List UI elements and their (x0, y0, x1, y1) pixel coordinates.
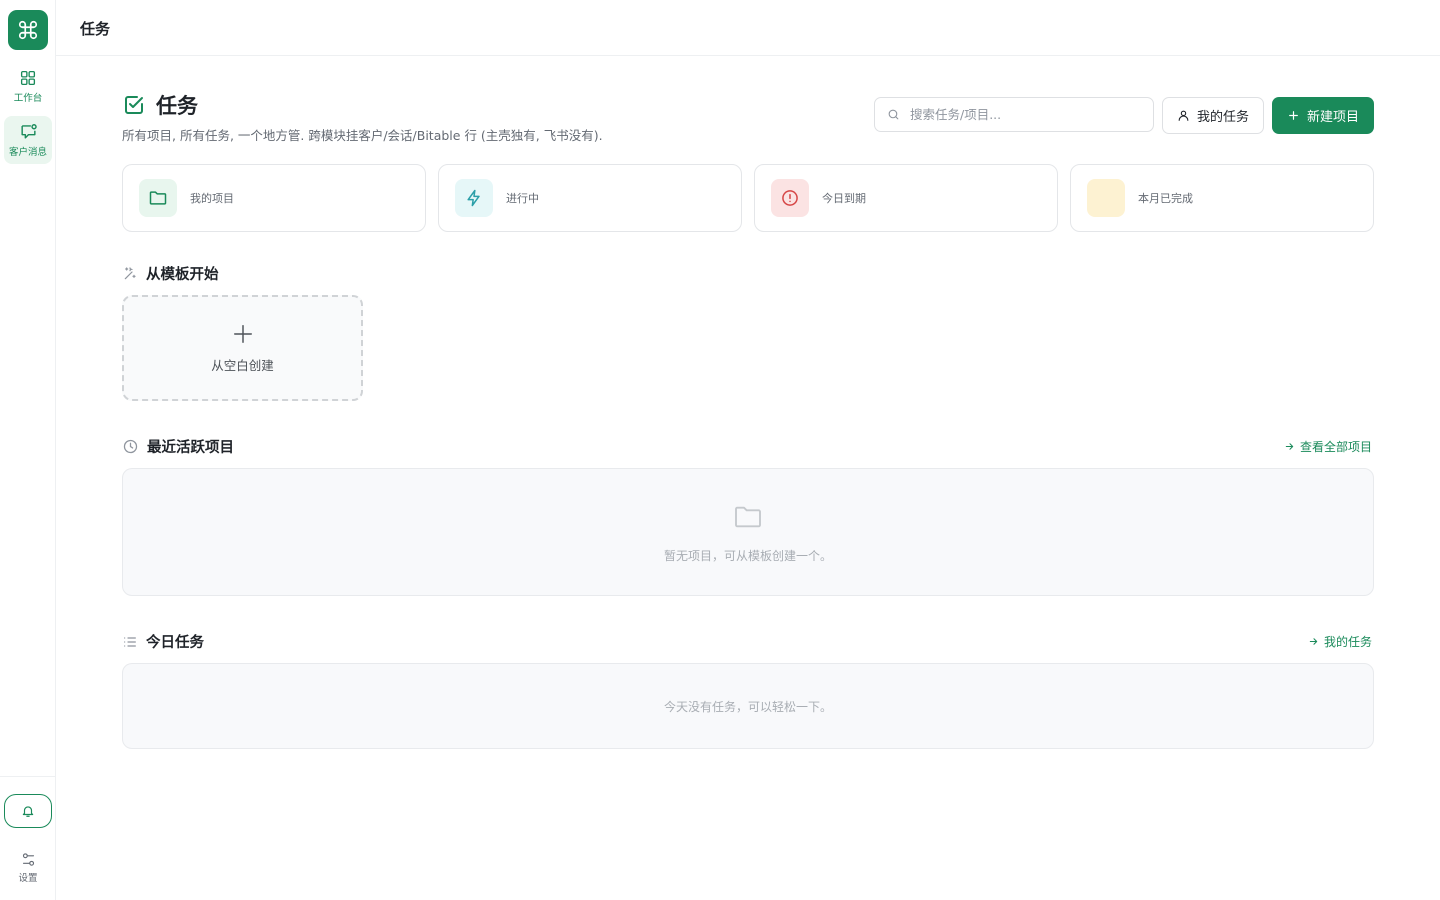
new-project-label: 新建项目 (1306, 110, 1359, 125)
stat-icon-box (771, 179, 809, 217)
today-tasks-empty: 今天没有任务，可以轻松一下。 (122, 663, 1374, 749)
sidebar-item-settings[interactable]: 设置 (4, 852, 52, 888)
list-icon (124, 636, 136, 647)
stat-icon-box (455, 179, 493, 217)
alert-icon (782, 190, 798, 206)
my-tasks-link[interactable]: 我的任务 (1308, 633, 1372, 650)
stat-label: 本月已完成 (1138, 192, 1193, 205)
checkbox-icon (125, 96, 143, 114)
stat-card-in-progress[interactable]: 进行中 (438, 164, 742, 232)
page-title: 任务 (156, 94, 198, 118)
page-subtitle: 所有项目, 所有任务, 一个地方管. 跨模块挂客户/会话/Bitable 行 (… (122, 128, 603, 143)
stat-card-due-today[interactable]: 今日到期 (754, 164, 1058, 232)
sidebar-item-label: 工作台 (13, 92, 43, 104)
user-icon (1178, 110, 1189, 121)
clock-icon (123, 439, 138, 454)
empty-text: 暂无项目，可从模板创建一个。 (663, 548, 832, 563)
bolt-icon (467, 189, 480, 207)
section-title: 最近活跃项目 (147, 440, 234, 456)
recent-projects-empty: 暂无项目，可从模板创建一个。 (122, 468, 1374, 596)
create-blank-template[interactable]: 从空白创建 (122, 295, 363, 401)
search-icon (888, 109, 899, 120)
stat-card-my-projects[interactable]: 我的项目 (122, 164, 426, 232)
plus-icon (233, 324, 252, 343)
stat-label: 我的项目 (190, 192, 234, 205)
folder-icon (149, 191, 167, 205)
notifications-button[interactable] (4, 794, 52, 828)
stat-label: 今日到期 (822, 192, 866, 205)
today-section-header: 今日任务 (122, 631, 204, 652)
stat-label: 进行中 (506, 192, 539, 205)
search-input[interactable] (910, 107, 1140, 122)
command-icon (18, 20, 38, 40)
sidebar: 工作台 客户消息 设置 (0, 0, 56, 900)
plus-icon (1289, 111, 1298, 120)
grid-icon (20, 70, 36, 85)
app-logo[interactable] (8, 10, 48, 50)
arrow-right-icon (1285, 443, 1294, 450)
settings-icon (22, 853, 34, 866)
stat-icon-box (139, 179, 177, 217)
topbar-title: 任务 (80, 20, 111, 38)
stat-card-completed-month[interactable]: 本月已完成 (1070, 164, 1374, 232)
section-title: 从模板开始 (146, 267, 219, 283)
section-title: 今日任务 (146, 635, 204, 651)
bell-icon (22, 806, 34, 817)
search-box[interactable] (874, 97, 1154, 132)
template-label: 从空白创建 (211, 357, 274, 373)
message-icon (20, 124, 37, 139)
sidebar-item-label: 客户消息 (8, 147, 47, 158)
topbar: 任务 (56, 0, 1440, 56)
sidebar-item-customer-messages[interactable]: 客户消息 (4, 116, 52, 164)
view-all-projects-link[interactable]: 查看全部项目 (1284, 438, 1372, 455)
my-tasks-label: 我的任务 (1196, 110, 1249, 125)
check-icon (1087, 179, 1125, 217)
empty-text: 今天没有任务，可以轻松一下。 (663, 699, 832, 714)
arrow-right-icon (1309, 638, 1318, 645)
sidebar-item-workbench[interactable]: 工作台 (4, 62, 52, 110)
new-project-button[interactable]: 新建项目 (1272, 97, 1374, 134)
folder-icon (735, 506, 761, 527)
link-label: 查看全部项目 (1299, 440, 1372, 454)
link-label: 我的任务 (1323, 635, 1372, 649)
page-header: 任务 (122, 90, 198, 120)
settings-label: 设置 (18, 873, 38, 884)
templates-section-header: 从模板开始 (122, 263, 219, 284)
sparkle-icon (124, 266, 136, 279)
sidebar-divider (0, 776, 55, 777)
recent-section-header: 最近活跃项目 (122, 436, 234, 457)
my-tasks-button[interactable]: 我的任务 (1162, 97, 1264, 134)
